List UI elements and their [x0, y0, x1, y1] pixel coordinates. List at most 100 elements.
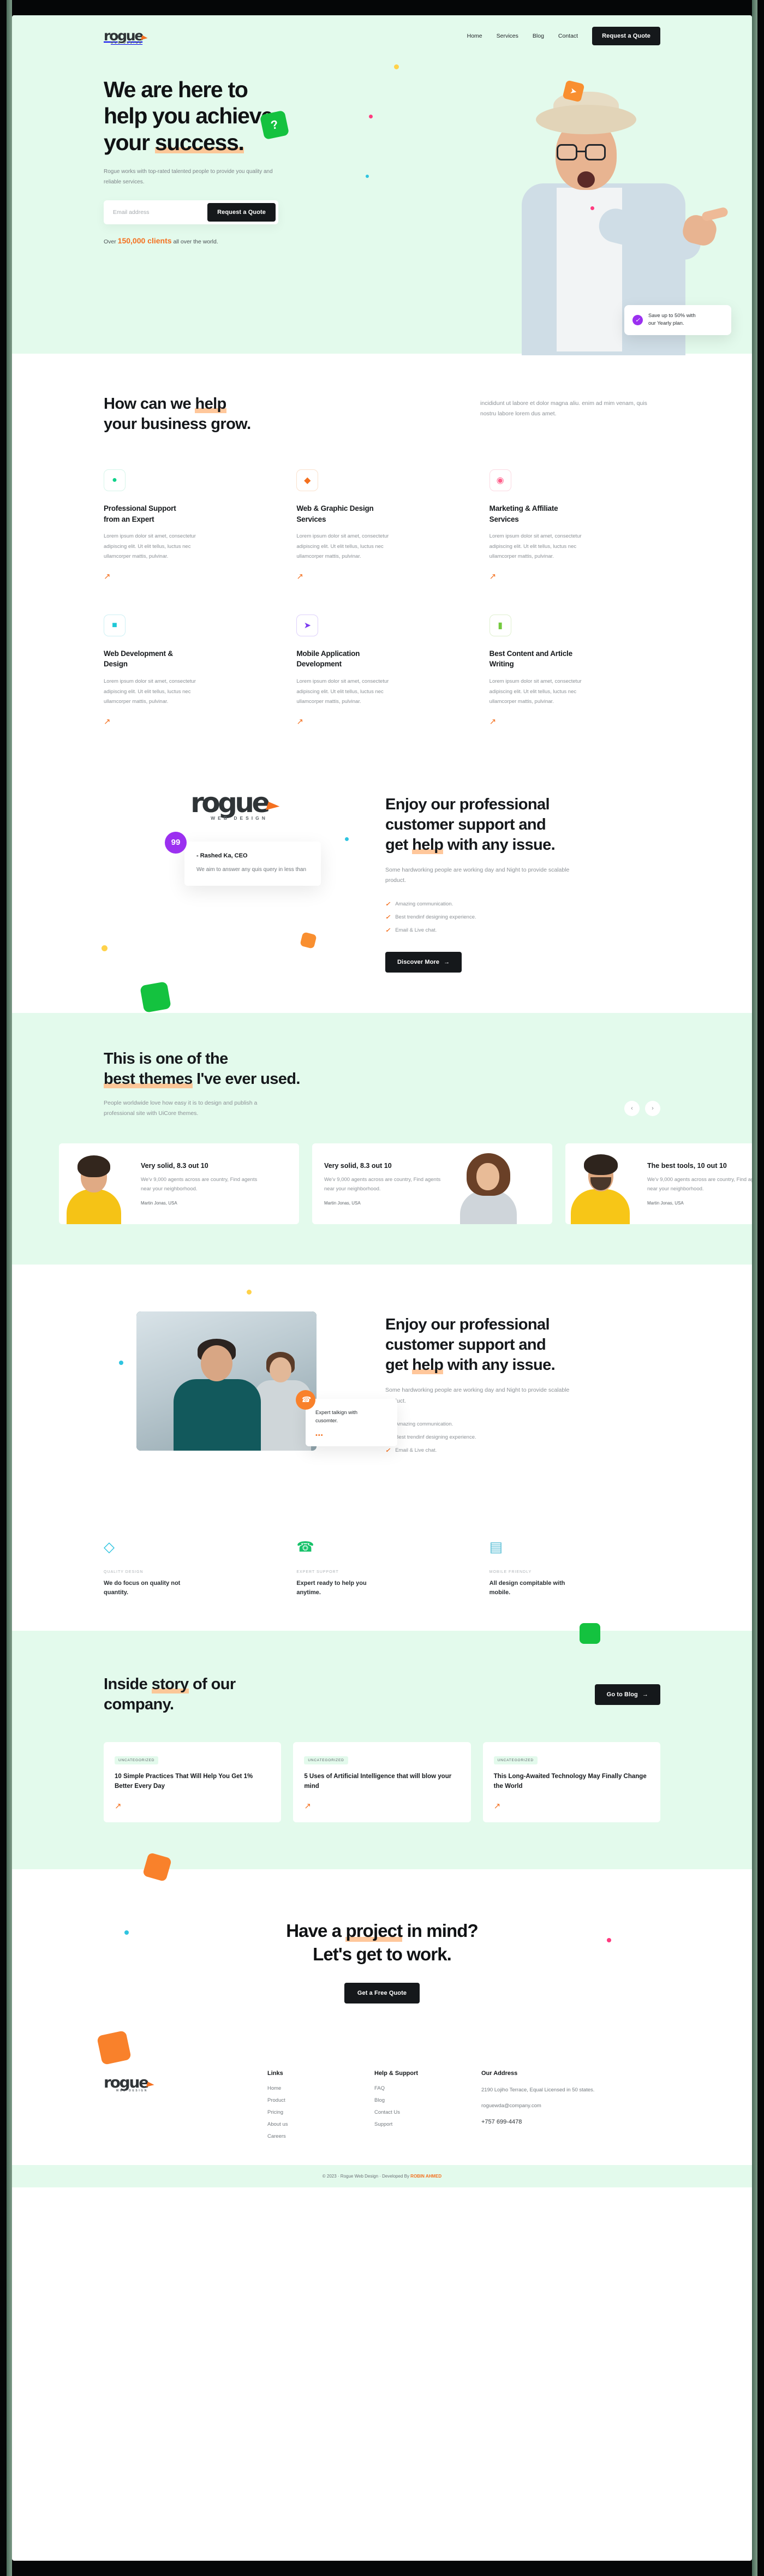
- footer-link-home[interactable]: Home: [267, 2085, 374, 2091]
- testimonials-title: This is one of the best themes I've ever…: [104, 1049, 300, 1089]
- footer-link-faq[interactable]: FAQ: [374, 2085, 481, 2091]
- blog-card[interactable]: UNCATEGORIZED This Long-Awaited Technolo…: [482, 1742, 660, 1822]
- hero-stat: Over 150,000 clients all over the world.: [104, 236, 360, 245]
- footer-column-links: Links Home Product Pricing About us Care…: [267, 2070, 374, 2145]
- typing-dots-icon: •••: [315, 1432, 324, 1439]
- arrow-up-right-icon[interactable]: ↗: [490, 717, 497, 726]
- support2-title-line2: customer support and: [385, 1335, 546, 1353]
- arrow-up-right-icon[interactable]: ↗: [494, 1801, 501, 1811]
- arrow-up-right-icon[interactable]: ↗: [104, 571, 111, 581]
- paper-plane-icon: ➤: [296, 614, 319, 636]
- services-title-line2: your business grow.: [104, 415, 251, 433]
- cta-title: Have a project in mind? Let's get to wor…: [104, 1919, 660, 1966]
- plug-icon: ▮: [489, 614, 511, 636]
- feature-label: Best trendinf designing experience.: [395, 914, 476, 920]
- carousel-prev-button[interactable]: ‹: [624, 1100, 640, 1116]
- discover-more-button[interactable]: Discover More →: [385, 951, 462, 973]
- arrow-up-right-icon[interactable]: ↗: [304, 1801, 311, 1811]
- arrow-up-right-icon[interactable]: ↗: [296, 571, 303, 581]
- feature-highlights: ◇ QUALITY DESIGN We do focus on quality …: [104, 1540, 660, 1631]
- service-card[interactable]: ◆ Web & Graphic Design Services Lorem ip…: [296, 469, 467, 582]
- service-card[interactable]: ➤ Mobile Application Development Lorem i…: [296, 614, 467, 727]
- chevron-right-icon: ›: [652, 1105, 654, 1112]
- footer-logo[interactable]: rogue WEB DESIGN: [104, 2070, 267, 2145]
- hero-request-quote-button[interactable]: Request a Quote: [207, 203, 276, 222]
- hero-email-input[interactable]: [106, 209, 208, 216]
- service-card[interactable]: ◉ Marketing & Affiliate Services Lorem i…: [489, 469, 660, 582]
- diamonds-icon: ◇: [104, 1538, 115, 1555]
- feature-label: Email & Live chat.: [395, 927, 437, 933]
- service-card-text: Lorem ipsum dolor sit amet, consectetur …: [489, 678, 582, 705]
- carousel-next-button[interactable]: ›: [645, 1100, 660, 1116]
- services-section: How can we help your business grow. inci…: [12, 354, 752, 765]
- blog-card[interactable]: UNCATEGORIZED 10 Simple Practices That W…: [104, 1742, 282, 1822]
- service-card[interactable]: ▮ Best Content and Article Writing Lorem…: [489, 614, 660, 727]
- footer-column-address: Our Address 2190 Lojiho Terrace, Equal L…: [481, 2070, 607, 2145]
- service-card-title: Web Development & Design: [104, 649, 173, 669]
- footer-logo-wordmark: rogue: [104, 2073, 149, 2091]
- copyright-bar: © 2023 · Rogue Web Design · Developed By…: [12, 2164, 752, 2187]
- support1-visual: rogue WEB DESIGN 99 - Rashed Ka, CEO We …: [104, 787, 355, 934]
- testimonials-carousel[interactable]: Very solid, 8.3 out 10 We'v 9,000 agents…: [59, 1143, 752, 1224]
- services-title-pre: How can we: [104, 395, 195, 413]
- arrow-up-right-icon[interactable]: ↗: [115, 1801, 122, 1811]
- testimonial-text: We'v 9,000 agents across are country, Fi…: [324, 1176, 441, 1192]
- service-card-text: Lorem ipsum dolor sit amet, consectetur …: [296, 678, 389, 705]
- nav-item-services[interactable]: Services: [497, 33, 518, 39]
- nav-item-contact[interactable]: Contact: [558, 33, 578, 39]
- arrow-up-right-icon[interactable]: ↗: [104, 717, 111, 726]
- arrow-up-right-icon[interactable]: ↗: [490, 571, 497, 581]
- blog-title: Inside story of our company.: [104, 1674, 236, 1715]
- footer-email[interactable]: roguewda@company.com: [481, 2101, 607, 2111]
- support2-title-highlight: help: [412, 1355, 444, 1375]
- expert-badge-text: Expert talkign with cusomter.: [315, 1409, 387, 1426]
- footer-heading: Links: [267, 2070, 283, 2077]
- device-frame: rogue WEB DESIGN Home Services Blog Cont…: [0, 0, 764, 2576]
- code-window-icon: ■: [104, 614, 126, 636]
- service-card[interactable]: ● Professional Support from an Expert Lo…: [104, 469, 274, 582]
- get-free-quote-button[interactable]: Get a Free Quote: [344, 1982, 420, 2003]
- testimonial-text: We'v 9,000 agents across are country, Fi…: [647, 1176, 752, 1192]
- arrow-right-icon: →: [444, 958, 450, 965]
- dot-yellow-3: [247, 1289, 252, 1295]
- hero-stat-post: all over the world.: [171, 238, 218, 246]
- check-icon: ✓: [385, 901, 391, 908]
- check-icon: ✓: [385, 914, 391, 921]
- hero-subtitle: Rogue works with top-rated talented peop…: [104, 169, 273, 186]
- testimonial-author: Martin Jonas, USA: [324, 1200, 361, 1206]
- nav-item-blog[interactable]: Blog: [533, 33, 544, 39]
- layers-icon: ◆: [296, 469, 319, 492]
- phone-question-icon: ☎: [296, 1538, 314, 1555]
- site-logo[interactable]: rogue WEB DESIGN: [104, 28, 148, 45]
- service-card[interactable]: ■ Web Development & Design Lorem ipsum d…: [104, 614, 274, 727]
- bezel-left: [7, 0, 12, 2576]
- support2-title-line3-pre: get: [385, 1356, 413, 1374]
- hero-title-highlight: success.: [154, 129, 244, 155]
- footer-link-contact[interactable]: Contact Us: [374, 2109, 481, 2115]
- nav-item-home[interactable]: Home: [467, 33, 482, 39]
- footer-link-pricing[interactable]: Pricing: [267, 2109, 374, 2115]
- testimonials-title-highlight: best themes: [104, 1069, 193, 1089]
- nav-request-quote-button[interactable]: Request a Quote: [592, 27, 660, 45]
- dot-pink-2: [590, 206, 594, 210]
- support1-copy: Enjoy our professional customer support …: [385, 787, 614, 973]
- testimonial-card: Very solid, 8.3 out 10 We'v 9,000 agents…: [312, 1143, 552, 1224]
- check-icon: ✓: [632, 314, 643, 325]
- services-header: How can we help your business grow. inci…: [104, 394, 660, 434]
- footer-link-about[interactable]: About us: [267, 2121, 374, 2127]
- blog-card[interactable]: UNCATEGORIZED 5 Uses of Artificial Intel…: [293, 1742, 471, 1822]
- nav-links: Home Services Blog Contact Request a Quo…: [467, 27, 660, 45]
- footer-link-careers[interactable]: Careers: [267, 2133, 374, 2139]
- arrow-up-right-icon[interactable]: ↗: [296, 717, 303, 726]
- support1-title-line1: Enjoy our professional: [385, 795, 550, 813]
- footer-link-support[interactable]: Support: [374, 2121, 481, 2127]
- go-to-blog-button[interactable]: Go to Blog →: [594, 1684, 660, 1706]
- support2-title-line3-post: with any issue.: [443, 1356, 556, 1374]
- testimonial-author: Martin Jonas, USA: [141, 1200, 177, 1206]
- megaphone-icon: ◉: [489, 469, 511, 492]
- blog-card-title: 5 Uses of Artificial Intelligence that w…: [304, 1773, 452, 1790]
- footer-link-blog[interactable]: Blog: [374, 2097, 481, 2103]
- footer-link-product[interactable]: Product: [267, 2097, 374, 2103]
- footer-phone[interactable]: +757 699-4478: [481, 2119, 607, 2125]
- service-card-title: Marketing & Affiliate Services: [489, 504, 558, 523]
